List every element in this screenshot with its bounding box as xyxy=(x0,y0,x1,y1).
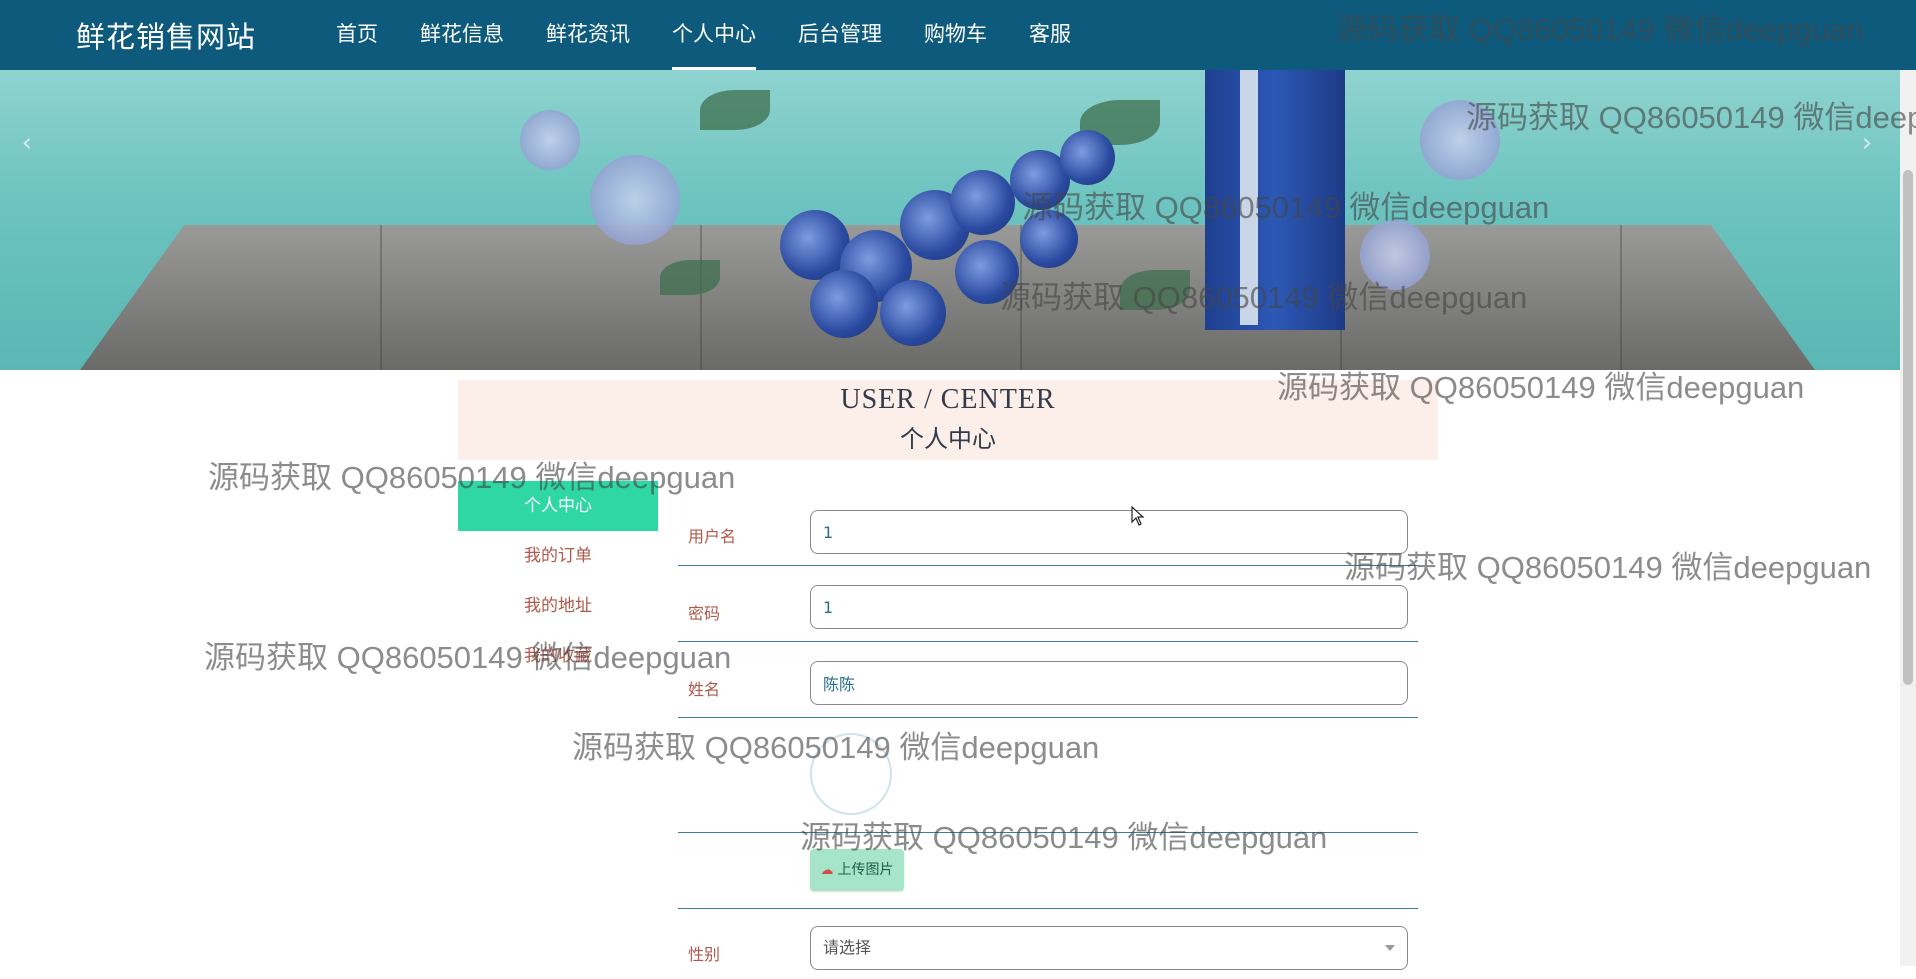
form-row-upload: ☁ 上传图片 xyxy=(678,833,1418,909)
password-input[interactable] xyxy=(810,585,1408,629)
gender-label: 性别 xyxy=(688,945,721,964)
banner-flower xyxy=(590,155,680,245)
side-item-user-center[interactable]: 个人中心 xyxy=(458,481,658,531)
banner-rose xyxy=(1060,130,1115,185)
banner-rose xyxy=(950,170,1015,235)
banner-rose xyxy=(1020,210,1078,268)
page-scrollbar-thumb[interactable] xyxy=(1903,170,1913,685)
form-row-gender: 性别 请选择 xyxy=(678,909,1418,979)
username-input[interactable] xyxy=(810,510,1408,554)
mouse-cursor-icon xyxy=(1131,506,1145,526)
banner-leaf xyxy=(700,90,770,130)
chevron-down-icon xyxy=(1385,945,1395,951)
banner-rose xyxy=(880,280,946,346)
banner-gift-box xyxy=(1205,70,1345,330)
gender-select[interactable]: 请选择 xyxy=(810,926,1408,970)
password-label: 密码 xyxy=(688,604,721,623)
side-item-my-orders[interactable]: 我的订单 xyxy=(458,531,658,581)
banner-plank xyxy=(700,225,702,370)
banner-rose xyxy=(955,240,1019,304)
nav-item-flower-news[interactable]: 鲜花资讯 xyxy=(528,0,648,70)
side-item-my-favorites[interactable]: 我的收藏 xyxy=(458,631,658,681)
nav-item-service[interactable]: 客服 xyxy=(1011,0,1089,70)
nav-item-user-center[interactable]: 个人中心 xyxy=(654,0,774,70)
banner-flower xyxy=(1420,100,1500,180)
form-row-avatar xyxy=(678,718,1418,833)
upload-image-button[interactable]: ☁ 上传图片 xyxy=(810,849,904,891)
banner-gift-box-stripe xyxy=(1240,70,1258,325)
page-title-section: USER / CENTER 个人中心 xyxy=(458,380,1438,460)
page-title-en: USER / CENTER xyxy=(840,384,1056,415)
upload-button-label: 上传图片 xyxy=(837,862,894,878)
top-navbar: 鲜花销售网站 首页 鲜花信息 鲜花资讯 个人中心 后台管理 购物车 客服 xyxy=(0,0,1916,70)
nav-menu: 首页 鲜花信息 鲜花资讯 个人中心 后台管理 购物车 客服 xyxy=(318,0,1095,70)
site-brand[interactable]: 鲜花销售网站 xyxy=(76,14,256,56)
chevron-left-icon[interactable]: ‹ xyxy=(12,128,42,158)
nav-item-admin[interactable]: 后台管理 xyxy=(780,0,900,70)
form-row-name: 姓名 xyxy=(678,642,1418,718)
avatar[interactable] xyxy=(810,733,892,815)
watermark-text: 源码获取 QQ86050149 微信deepguan xyxy=(1344,550,1872,585)
page-title-zh: 个人中心 xyxy=(900,425,996,453)
cloud-upload-icon: ☁ xyxy=(820,863,834,878)
banner-plank xyxy=(1620,225,1622,370)
side-item-my-address[interactable]: 我的地址 xyxy=(458,581,658,631)
chevron-right-icon[interactable]: › xyxy=(1852,128,1882,158)
user-side-menu: 个人中心 我的订单 我的地址 我的收藏 xyxy=(458,481,658,681)
banner-carousel[interactable]: ‹ › xyxy=(0,70,1900,370)
name-label: 姓名 xyxy=(688,680,721,699)
username-label: 用户名 xyxy=(688,527,737,546)
banner-leaf xyxy=(1120,270,1190,310)
banner-plank xyxy=(380,225,382,370)
nav-item-flower-info[interactable]: 鲜花信息 xyxy=(402,0,522,70)
gender-select-placeholder: 请选择 xyxy=(823,938,872,957)
banner-flower xyxy=(520,110,580,170)
nav-item-cart[interactable]: 购物车 xyxy=(906,0,1005,70)
form-row-password: 密码 xyxy=(678,566,1418,642)
banner-flower xyxy=(1360,220,1430,290)
banner-rose xyxy=(810,270,878,338)
nav-item-home[interactable]: 首页 xyxy=(318,0,396,70)
banner-leaf xyxy=(660,260,720,295)
form-row-username: 用户名 xyxy=(678,505,1418,566)
name-input[interactable] xyxy=(810,661,1408,705)
